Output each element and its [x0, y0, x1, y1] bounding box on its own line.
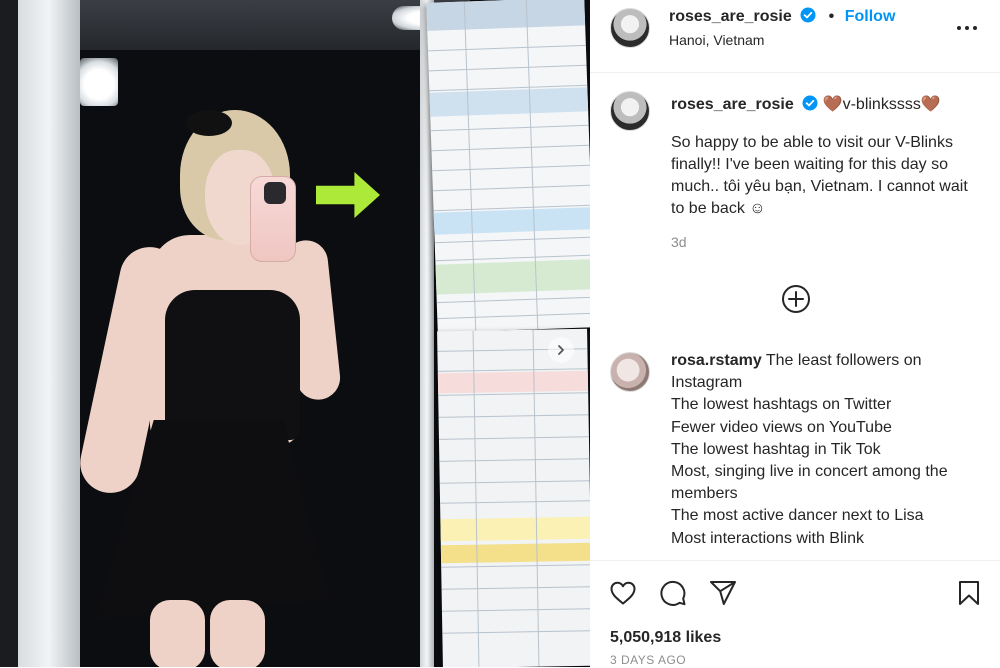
- commenter-avatar[interactable]: [610, 352, 650, 392]
- posted-time[interactable]: 3 DAYS AGO: [610, 653, 686, 667]
- setlist-paper-2: [437, 328, 590, 667]
- caption-timestamp[interactable]: 3d: [671, 234, 687, 250]
- figure-leg-right: [210, 600, 265, 667]
- author-username[interactable]: roses_are_rosie: [669, 8, 792, 25]
- likes-count[interactable]: 5,050,918 likes: [610, 629, 721, 647]
- comment-line: The lowest hashtag in Tik Tok: [671, 440, 881, 458]
- bookmark-icon[interactable]: [954, 578, 984, 608]
- verified-badge-icon: [800, 7, 816, 23]
- comment-text: rosa.rstamy The least followers on Insta…: [671, 350, 991, 550]
- post-actions: 5,050,918 likes 3 DAYS AGO: [590, 560, 1000, 668]
- comment-line: Fewer video views on YouTube: [671, 418, 892, 436]
- share-icon[interactable]: [708, 578, 738, 608]
- phone-camera: [264, 182, 286, 204]
- post-photo[interactable]: [0, 0, 590, 667]
- separator-dot: •: [828, 8, 835, 25]
- chevron-right-icon: [558, 345, 564, 355]
- comment-line: Most interactions with Blink: [671, 529, 864, 547]
- mirror-frame: [18, 0, 80, 667]
- green-arrow-sticker: [316, 172, 380, 218]
- author-avatar[interactable]: [610, 8, 650, 48]
- next-photo-button[interactable]: [548, 337, 574, 363]
- caption-head: roses_are_rosie 🤎v-blinkssss🤎: [671, 94, 941, 114]
- figure-leg: [150, 600, 205, 667]
- caption-avatar[interactable]: [610, 91, 650, 131]
- setlist-rows: [426, 0, 590, 332]
- comment-username[interactable]: rosa.rstamy: [671, 352, 762, 369]
- caption-text: So happy to be able to visit our V-Blink…: [671, 134, 968, 217]
- heart-icon[interactable]: [608, 578, 638, 608]
- post-panel: roses_are_rosie • Follow Hanoi, Vietnam …: [590, 0, 1000, 668]
- comment-line: The most active dancer next to Lisa: [671, 507, 924, 525]
- comment-line: Most, singing live in concert among the …: [671, 463, 948, 503]
- author-line: roses_are_rosie • Follow: [669, 7, 895, 26]
- comment-icon[interactable]: [658, 578, 688, 608]
- figure-dress-top: [165, 290, 300, 440]
- caption-username[interactable]: roses_are_rosie: [671, 96, 794, 113]
- follow-button[interactable]: Follow: [845, 8, 896, 25]
- more-options-icon[interactable]: [956, 24, 978, 32]
- caption-title: 🤎v-blinkssss🤎: [822, 96, 941, 113]
- comment-line: The lowest hashtags on Twitter: [671, 396, 892, 414]
- post-header: roses_are_rosie • Follow Hanoi, Vietnam: [590, 0, 1000, 73]
- post-location[interactable]: Hanoi, Vietnam: [669, 32, 764, 48]
- hair-bow: [186, 110, 232, 136]
- photo-lamp: [80, 58, 118, 106]
- verified-badge-icon: [802, 95, 818, 111]
- plus-circle-icon[interactable]: [780, 283, 812, 315]
- setlist-rows-2: [437, 329, 590, 667]
- setlist-paper: [426, 0, 590, 333]
